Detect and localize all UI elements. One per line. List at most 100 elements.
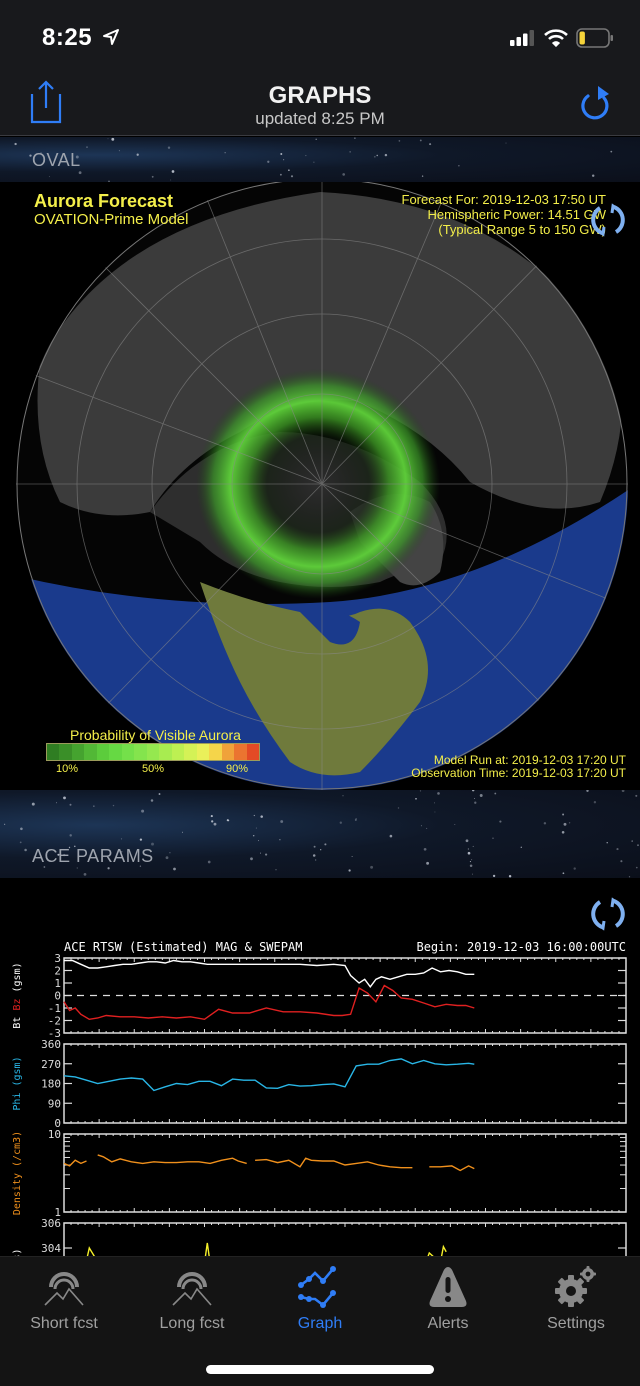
star	[620, 860, 623, 863]
star	[313, 845, 316, 848]
star	[267, 160, 270, 163]
star	[111, 137, 115, 141]
star	[83, 873, 87, 876]
star	[348, 869, 351, 872]
forecast-info: Forecast For: 2019-12-03 17:50 UT Hemisp…	[402, 192, 607, 237]
legend-swatch	[171, 744, 185, 760]
star	[389, 834, 393, 838]
ace-reload-button[interactable]	[588, 894, 628, 934]
wifi-icon	[544, 29, 568, 47]
star	[76, 867, 78, 869]
series-line-density	[429, 1165, 475, 1172]
legend-tick: 50%	[142, 763, 165, 775]
star	[324, 843, 327, 846]
model-run-info: Model Run at: 2019-12-03 17:20 UT Observ…	[411, 754, 626, 780]
star	[349, 151, 351, 153]
star	[505, 142, 507, 144]
star	[471, 859, 473, 861]
status-bar: 8:25	[0, 0, 640, 80]
cellular-signal-icon	[510, 30, 534, 46]
ace-section-header: ACE PARAMS	[0, 790, 640, 878]
y-tick-label: 10	[48, 1128, 61, 1141]
star	[182, 831, 183, 833]
star	[397, 807, 400, 809]
star	[593, 801, 597, 804]
tab-long-fcst[interactable]: Long fcst	[128, 1265, 256, 1345]
series-line-bz	[63, 984, 475, 1021]
star	[56, 802, 57, 804]
star	[492, 874, 496, 878]
aurora-oval-panel[interactable]: Aurora Forecast OVATION-Prime Model Fore…	[0, 182, 640, 790]
y-axis-label: Bt Bz (gsm)	[12, 962, 23, 1028]
status-indicators	[510, 28, 614, 48]
star	[253, 814, 255, 817]
y-axis-label-part: Bt	[12, 1017, 23, 1029]
tab-settings[interactable]: Settings	[512, 1265, 640, 1345]
legend-swatch	[196, 744, 210, 760]
star	[458, 165, 460, 167]
refresh-icon	[581, 86, 609, 120]
star	[606, 842, 608, 844]
battery-low-icon	[576, 28, 613, 48]
series-line-density	[255, 1157, 413, 1169]
legend-title: Probability of Visible Aurora	[70, 727, 241, 743]
star	[429, 143, 432, 146]
legend-swatch	[234, 744, 247, 760]
legend-swatch	[146, 744, 160, 760]
star	[520, 846, 522, 848]
typical-range: (Typical Range 5 to 150 GW)	[438, 222, 606, 237]
star	[280, 173, 282, 176]
star	[472, 845, 474, 847]
probability-color-scale	[46, 743, 260, 761]
star	[420, 825, 422, 827]
star	[31, 802, 35, 806]
tab-label: Long fcst	[159, 1315, 225, 1332]
y-tick-label: 304	[41, 1242, 61, 1255]
legend-swatch	[184, 744, 197, 760]
star	[19, 841, 22, 844]
star	[568, 822, 571, 824]
aurora-forecast-title: Aurora Forecast	[34, 191, 174, 211]
plot-frame	[63, 1133, 627, 1213]
star	[69, 834, 72, 837]
series-line-phi	[63, 1058, 475, 1092]
star	[467, 848, 470, 850]
star	[290, 175, 294, 178]
y-tick-label: -2	[48, 1015, 61, 1028]
star	[419, 139, 422, 142]
star	[280, 153, 283, 155]
star	[398, 140, 401, 142]
star	[561, 831, 565, 834]
star	[586, 790, 589, 792]
location-arrow-icon	[103, 29, 119, 45]
star	[494, 792, 497, 795]
y-tick-label: 1	[54, 977, 61, 990]
legend-swatch	[121, 744, 135, 760]
star	[313, 161, 315, 163]
oval-reload-button[interactable]	[588, 200, 628, 240]
star	[280, 820, 284, 823]
star	[465, 839, 469, 843]
tab-graph[interactable]: Graph	[256, 1265, 384, 1345]
star	[370, 865, 374, 869]
tab-alerts[interactable]: Alerts	[384, 1265, 512, 1345]
tab-short-fcst[interactable]: Short fcst	[0, 1265, 128, 1345]
star	[472, 790, 475, 792]
tab-label: Settings	[547, 1315, 605, 1332]
star	[342, 795, 344, 797]
star	[171, 170, 175, 173]
star	[305, 155, 307, 157]
plot-frame	[63, 1043, 627, 1124]
home-indicator[interactable]	[206, 1365, 434, 1374]
star	[479, 794, 483, 797]
star	[499, 820, 502, 823]
refresh-button[interactable]	[578, 84, 612, 120]
chart-title: ACE RTSW (Estimated) MAG & SWEPAM	[64, 940, 302, 954]
forecast-for: Forecast For: 2019-12-03 17:50 UT	[401, 192, 607, 207]
legend-swatch	[109, 744, 122, 760]
star	[374, 156, 376, 158]
star	[86, 146, 88, 148]
ace-params-panel[interactable]: ACE RTSW (Estimated) MAG & SWEPAM Begin:…	[0, 878, 640, 1258]
star	[165, 856, 169, 860]
star	[173, 867, 176, 871]
